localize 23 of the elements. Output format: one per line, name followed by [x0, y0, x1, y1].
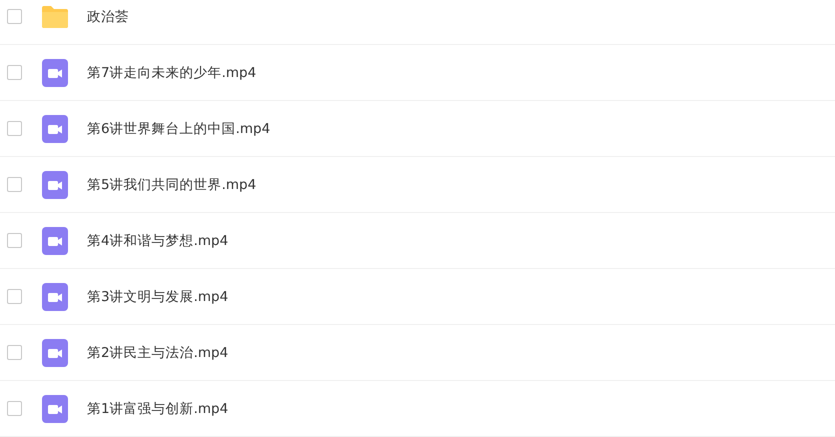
video-file-icon	[41, 338, 69, 366]
file-name[interactable]: 第2讲民主与法治.mp4	[87, 344, 228, 362]
video-file-icon	[41, 58, 69, 86]
video-file-icon	[41, 226, 69, 254]
video-file-icon	[41, 282, 69, 310]
file-name[interactable]: 第1讲富强与创新.mp4	[87, 400, 228, 418]
file-name[interactable]: 第5讲我们共同的世界.mp4	[87, 176, 256, 194]
checkbox[interactable]	[7, 9, 22, 24]
video-file-icon	[41, 170, 69, 198]
checkbox[interactable]	[7, 121, 22, 136]
file-name[interactable]: 第7讲走向未来的少年.mp4	[87, 64, 256, 82]
file-name[interactable]: 政治荟	[87, 8, 129, 26]
checkbox[interactable]	[7, 345, 22, 360]
checkbox[interactable]	[7, 65, 22, 80]
checkbox[interactable]	[7, 401, 22, 416]
video-file-icon	[41, 114, 69, 142]
file-name[interactable]: 第4讲和谐与梦想.mp4	[87, 232, 228, 250]
checkbox[interactable]	[7, 177, 22, 192]
file-name[interactable]: 第3讲文明与发展.mp4	[87, 288, 228, 306]
checkbox[interactable]	[7, 289, 22, 304]
checkbox[interactable]	[7, 233, 22, 248]
video-file-icon	[41, 394, 69, 422]
file-name[interactable]: 第6讲世界舞台上的中国.mp4	[87, 120, 270, 138]
